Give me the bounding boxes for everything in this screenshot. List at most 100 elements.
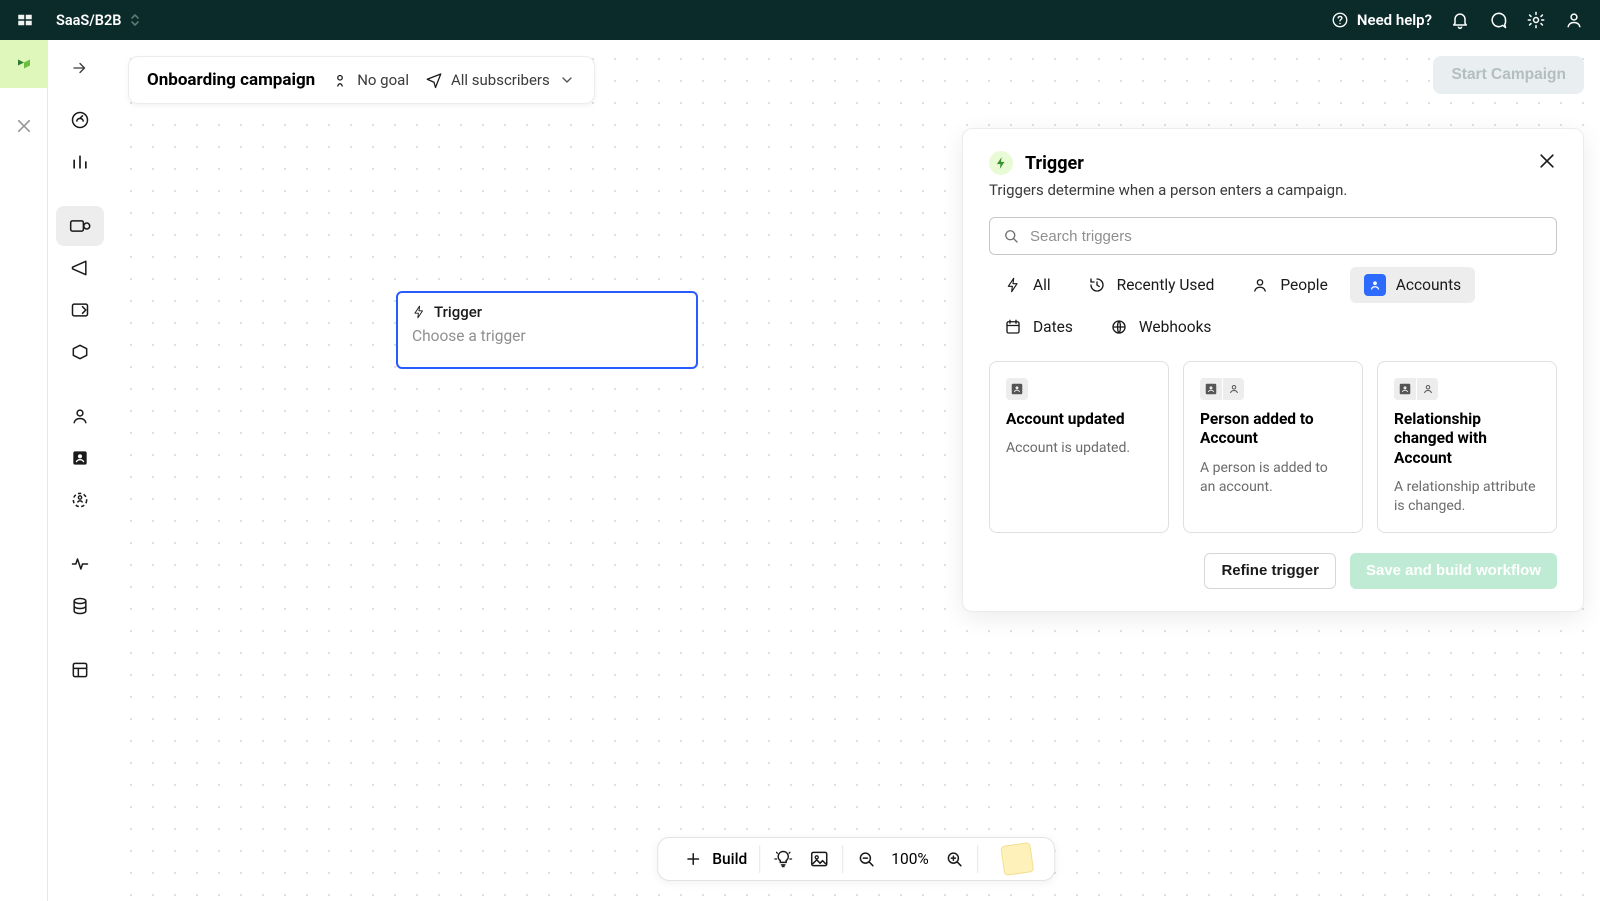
goal-selector[interactable]: No goal: [331, 71, 409, 89]
rail-broadcasts-icon[interactable]: [56, 248, 104, 288]
app-logo-icon: [16, 11, 34, 29]
node-subtitle: Choose a trigger: [412, 327, 682, 345]
workspace-switcher[interactable]: SaaS/B2B: [56, 12, 141, 29]
tab-all[interactable]: All: [989, 267, 1065, 303]
card-title: Person added to Account: [1200, 410, 1346, 449]
account-box-icon: [1394, 378, 1416, 400]
card-desc: Account is updated.: [1006, 439, 1152, 458]
card-title: Relationship changed with Account: [1394, 410, 1540, 468]
build-button[interactable]: Build: [682, 848, 747, 870]
save-build-workflow-button[interactable]: Save and build workflow: [1350, 553, 1557, 589]
rail-analytics-icon[interactable]: [56, 142, 104, 182]
tab-accounts[interactable]: Accounts: [1350, 267, 1475, 303]
need-help-button[interactable]: Need help?: [1330, 10, 1432, 30]
tab-webhooks[interactable]: Webhooks: [1095, 309, 1226, 345]
person-small-icon: [1416, 378, 1438, 400]
save-build-workflow-label: Save and build workflow: [1366, 562, 1541, 579]
goal-icon: [331, 71, 349, 89]
tab-dates[interactable]: Dates: [989, 309, 1087, 345]
left-rail: [0, 40, 48, 901]
refine-trigger-button[interactable]: Refine trigger: [1204, 553, 1336, 589]
trigger-card-account-updated[interactable]: Account updated Account is updated.: [989, 361, 1169, 533]
search-icon: [1002, 227, 1020, 245]
collapse-rail-icon[interactable]: [56, 48, 104, 88]
rail-people-icon[interactable]: [56, 396, 104, 436]
goal-label: No goal: [357, 71, 409, 89]
topbar: SaaS/B2B Need help?: [0, 0, 1600, 40]
node-title: Trigger: [434, 303, 482, 321]
user-icon[interactable]: [1564, 10, 1584, 30]
rail-x-icon[interactable]: [0, 106, 48, 146]
trigger-cards: Account updated Account is updated. Pers…: [989, 361, 1557, 533]
second-rail: [48, 40, 112, 901]
history-icon: [1087, 275, 1107, 295]
card-desc: A person is added to an account.: [1200, 459, 1346, 497]
tab-recent[interactable]: Recently Used: [1073, 267, 1229, 303]
bolt-icon: [1003, 275, 1023, 295]
image-icon[interactable]: [808, 848, 830, 870]
audience-selector[interactable]: All subscribers: [425, 71, 576, 89]
trigger-panel: Trigger Triggers determine when a person…: [962, 128, 1584, 612]
tab-label: Webhooks: [1139, 318, 1212, 336]
rail-deliveries-icon[interactable]: [56, 332, 104, 372]
trigger-search-input[interactable]: [1030, 228, 1544, 245]
plus-icon: [682, 848, 704, 870]
chevron-down-icon: [558, 71, 576, 89]
sticky-note-icon[interactable]: [1000, 842, 1034, 876]
calendar-icon: [1003, 317, 1023, 337]
canvas[interactable]: Onboarding campaign No goal All subscrib…: [112, 40, 1600, 901]
campaign-header: Onboarding campaign No goal All subscrib…: [128, 56, 595, 104]
globe-icon: [1109, 317, 1129, 337]
tab-label: Dates: [1033, 318, 1073, 336]
rail-content-icon[interactable]: [56, 650, 104, 690]
chevron-updown-icon: [129, 13, 141, 27]
tab-label: Recently Used: [1117, 276, 1215, 294]
canvas-trigger-node[interactable]: Trigger Choose a trigger: [396, 291, 698, 369]
tab-label: People: [1280, 276, 1327, 294]
gear-icon[interactable]: [1526, 10, 1546, 30]
panel-bolt-icon: [989, 151, 1013, 175]
workspace-name: SaaS/B2B: [56, 12, 121, 29]
card-title: Account updated: [1006, 410, 1152, 429]
trigger-card-relationship-changed[interactable]: Relationship changed with Account A rela…: [1377, 361, 1557, 533]
zoom-out-icon[interactable]: [855, 848, 877, 870]
start-campaign-label: Start Campaign: [1451, 66, 1566, 83]
account-box-icon: [1200, 378, 1222, 400]
rail-segments-icon[interactable]: [56, 480, 104, 520]
person-icon: [1250, 275, 1270, 295]
tab-label: All: [1033, 276, 1051, 294]
bolt-icon: [412, 305, 426, 319]
rail-activity-icon[interactable]: [56, 544, 104, 584]
campaign-title: Onboarding campaign: [147, 70, 315, 90]
rail-data-icon[interactable]: [56, 586, 104, 626]
trigger-card-person-added[interactable]: Person added to Account A person is adde…: [1183, 361, 1363, 533]
refine-trigger-label: Refine trigger: [1221, 562, 1319, 579]
chat-icon[interactable]: [1488, 10, 1508, 30]
need-help-label: Need help?: [1357, 11, 1432, 29]
build-label: Build: [712, 850, 747, 868]
card-desc: A relationship attribute is changed.: [1394, 478, 1540, 516]
trigger-tabs: All Recently Used People Accounts Dates …: [989, 267, 1557, 345]
brand-tile[interactable]: [0, 40, 48, 88]
zoom-in-icon[interactable]: [943, 848, 965, 870]
rail-accounts-icon[interactable]: [56, 438, 104, 478]
send-icon: [425, 71, 443, 89]
rail-transactional-icon[interactable]: [56, 290, 104, 330]
rail-campaigns-icon[interactable]: [56, 206, 104, 246]
account-icon: [1364, 274, 1386, 296]
bell-icon[interactable]: [1450, 10, 1470, 30]
canvas-toolbar: Build 100%: [657, 837, 1055, 881]
tab-people[interactable]: People: [1236, 267, 1341, 303]
trigger-search[interactable]: [989, 217, 1557, 255]
tab-label: Accounts: [1396, 276, 1461, 294]
start-campaign-button[interactable]: Start Campaign: [1433, 56, 1584, 94]
panel-title: Trigger: [1025, 153, 1084, 174]
zoom-level: 100%: [891, 850, 929, 868]
close-icon[interactable]: [1537, 151, 1557, 171]
panel-subtitle: Triggers determine when a person enters …: [989, 181, 1347, 199]
account-box-icon: [1006, 378, 1028, 400]
lightbulb-icon[interactable]: [772, 848, 794, 870]
help-icon: [1330, 10, 1350, 30]
rail-dashboard-icon[interactable]: [56, 100, 104, 140]
person-small-icon: [1222, 378, 1244, 400]
